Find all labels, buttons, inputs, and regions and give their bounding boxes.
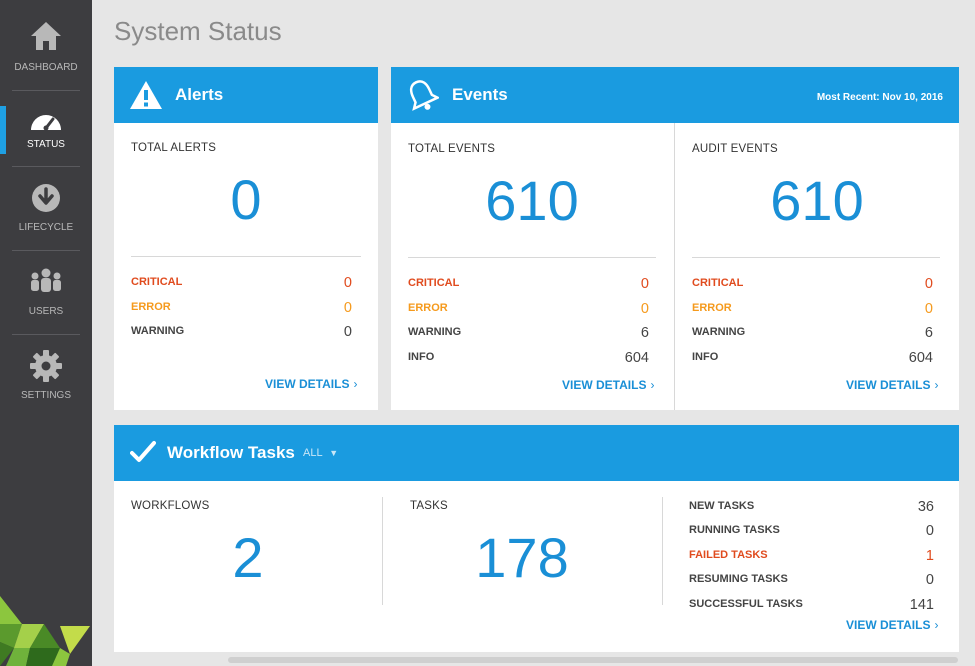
divider xyxy=(408,257,656,258)
tasks-label: TASKS xyxy=(410,500,448,512)
failed-tasks-value: 1 xyxy=(925,548,934,564)
divider xyxy=(12,90,80,91)
sidebar-item-label: LIFECYCLE xyxy=(18,222,74,233)
error-value: 0 xyxy=(924,301,933,317)
view-details-label: VIEW DETAILS xyxy=(265,377,350,391)
total-alerts-value: 0 xyxy=(230,168,262,231)
new-tasks-label: NEW TASKS xyxy=(689,500,755,512)
view-details-label: VIEW DETAILS xyxy=(846,378,931,392)
total-events-value: 610 xyxy=(485,169,579,232)
sidebar-item-label: STATUS xyxy=(27,139,65,150)
warning-icon xyxy=(130,81,162,109)
warning-label: WARNING xyxy=(131,325,185,337)
speedometer-icon xyxy=(31,115,61,131)
tasks-value: 178 xyxy=(475,526,569,589)
running-tasks-value: 0 xyxy=(925,523,934,539)
audit-events-label: AUDIT EVENTS xyxy=(692,143,778,155)
page-title: System Status xyxy=(114,16,282,46)
total-events-label: TOTAL EVENTS xyxy=(408,143,496,155)
events-header: Events Most Recent: Nov 10, 2016 xyxy=(391,67,959,123)
workflows-label: WORKFLOWS xyxy=(131,500,210,512)
critical-label: CRITICAL xyxy=(408,277,460,289)
chevron-right-icon: › xyxy=(353,377,358,391)
info-label: INFO xyxy=(692,351,719,363)
warning-value: 0 xyxy=(343,324,352,340)
caret-down-icon: ▼ xyxy=(329,448,339,458)
sidebar: DASHBOARD STATUS LIFECYCLE USERS SETTING… xyxy=(0,0,92,666)
events-title: Events xyxy=(452,85,508,104)
resuming-tasks-label: RESUMING TASKS xyxy=(689,573,788,585)
critical-value: 0 xyxy=(640,276,649,292)
audit-events-view-details-link[interactable]: VIEW DETAILS › xyxy=(846,378,938,392)
info-value: 604 xyxy=(908,350,933,366)
sidebar-item-label: DASHBOARD xyxy=(14,62,78,73)
download-circle-icon xyxy=(32,184,60,212)
successful-tasks-value: 141 xyxy=(909,597,934,613)
alerts-title: Alerts xyxy=(175,85,224,104)
divider xyxy=(12,250,80,251)
users-icon xyxy=(31,268,61,292)
critical-value: 0 xyxy=(924,276,933,292)
total-alerts-label: TOTAL ALERTS xyxy=(131,142,217,154)
column-divider xyxy=(674,123,675,410)
workflow-panel: Workflow Tasks ALL ▼ WORKFLOWS 2 TASKS 1… xyxy=(114,425,959,652)
sidebar-item-label: SETTINGS xyxy=(20,390,71,401)
successful-tasks-label: SUCCESSFUL TASKS xyxy=(689,598,803,610)
failed-tasks-label: FAILED TASKS xyxy=(689,549,768,561)
view-details-label: VIEW DETAILS xyxy=(846,618,931,632)
divider xyxy=(12,166,80,167)
error-value: 0 xyxy=(343,300,352,316)
workflow-title: Workflow Tasks xyxy=(167,443,295,462)
new-tasks-value: 36 xyxy=(917,499,934,515)
sidebar-item-lifecycle[interactable]: LIFECYCLE xyxy=(0,178,92,261)
chevron-right-icon: › xyxy=(934,378,939,392)
alerts-view-details-link[interactable]: VIEW DETAILS › xyxy=(265,377,357,391)
warning-label: WARNING xyxy=(408,326,462,338)
brand-logo xyxy=(0,596,90,666)
audit-events-value: 610 xyxy=(770,169,864,232)
sidebar-item-dashboard[interactable]: DASHBOARD xyxy=(0,0,92,83)
info-value: 604 xyxy=(624,350,649,366)
warning-label: WARNING xyxy=(692,326,746,338)
alerts-header: Alerts xyxy=(114,67,378,123)
workflow-filter-dropdown[interactable]: ALL ▼ xyxy=(303,447,338,459)
workflows-value: 2 xyxy=(232,526,264,589)
sidebar-item-settings[interactable]: SETTINGS xyxy=(0,346,92,429)
resuming-tasks-value: 0 xyxy=(925,572,934,588)
chevron-right-icon: › xyxy=(650,378,655,392)
sidebar-item-status[interactable]: STATUS xyxy=(0,106,92,189)
critical-value: 0 xyxy=(343,275,352,291)
workflow-header: Workflow Tasks ALL ▼ xyxy=(114,425,959,481)
critical-label: CRITICAL xyxy=(131,276,183,288)
checkmark-icon xyxy=(130,441,156,462)
info-label: INFO xyxy=(408,351,435,363)
warning-value: 6 xyxy=(640,325,649,341)
sidebar-item-label: USERS xyxy=(28,306,64,317)
sidebar-item-users[interactable]: USERS xyxy=(0,262,92,345)
home-icon xyxy=(31,22,61,50)
gear-icon xyxy=(30,350,62,382)
workflow-view-details-link[interactable]: VIEW DETAILS › xyxy=(846,618,938,632)
most-recent-label: Most Recent: Nov 10, 2016 xyxy=(816,92,943,103)
alerts-panel: Alerts TOTAL ALERTS 0 CRITICAL 0 ERROR 0… xyxy=(114,67,378,410)
error-value: 0 xyxy=(640,301,649,317)
divider xyxy=(12,334,80,335)
chevron-right-icon: › xyxy=(934,618,939,632)
divider xyxy=(692,257,940,258)
filter-value: ALL xyxy=(303,447,323,459)
view-details-label: VIEW DETAILS xyxy=(562,378,647,392)
running-tasks-label: RUNNING TASKS xyxy=(689,524,780,536)
divider xyxy=(131,256,361,257)
error-label: ERROR xyxy=(131,301,171,313)
total-events-view-details-link[interactable]: VIEW DETAILS › xyxy=(562,378,654,392)
warning-value: 6 xyxy=(924,325,933,341)
error-label: ERROR xyxy=(408,302,448,314)
critical-label: CRITICAL xyxy=(692,277,744,289)
error-label: ERROR xyxy=(692,302,732,314)
column-divider xyxy=(662,497,663,605)
events-panel: Events Most Recent: Nov 10, 2016 TOTAL E… xyxy=(391,67,959,410)
horizontal-scrollbar[interactable] xyxy=(228,657,958,663)
bell-icon xyxy=(409,80,439,111)
